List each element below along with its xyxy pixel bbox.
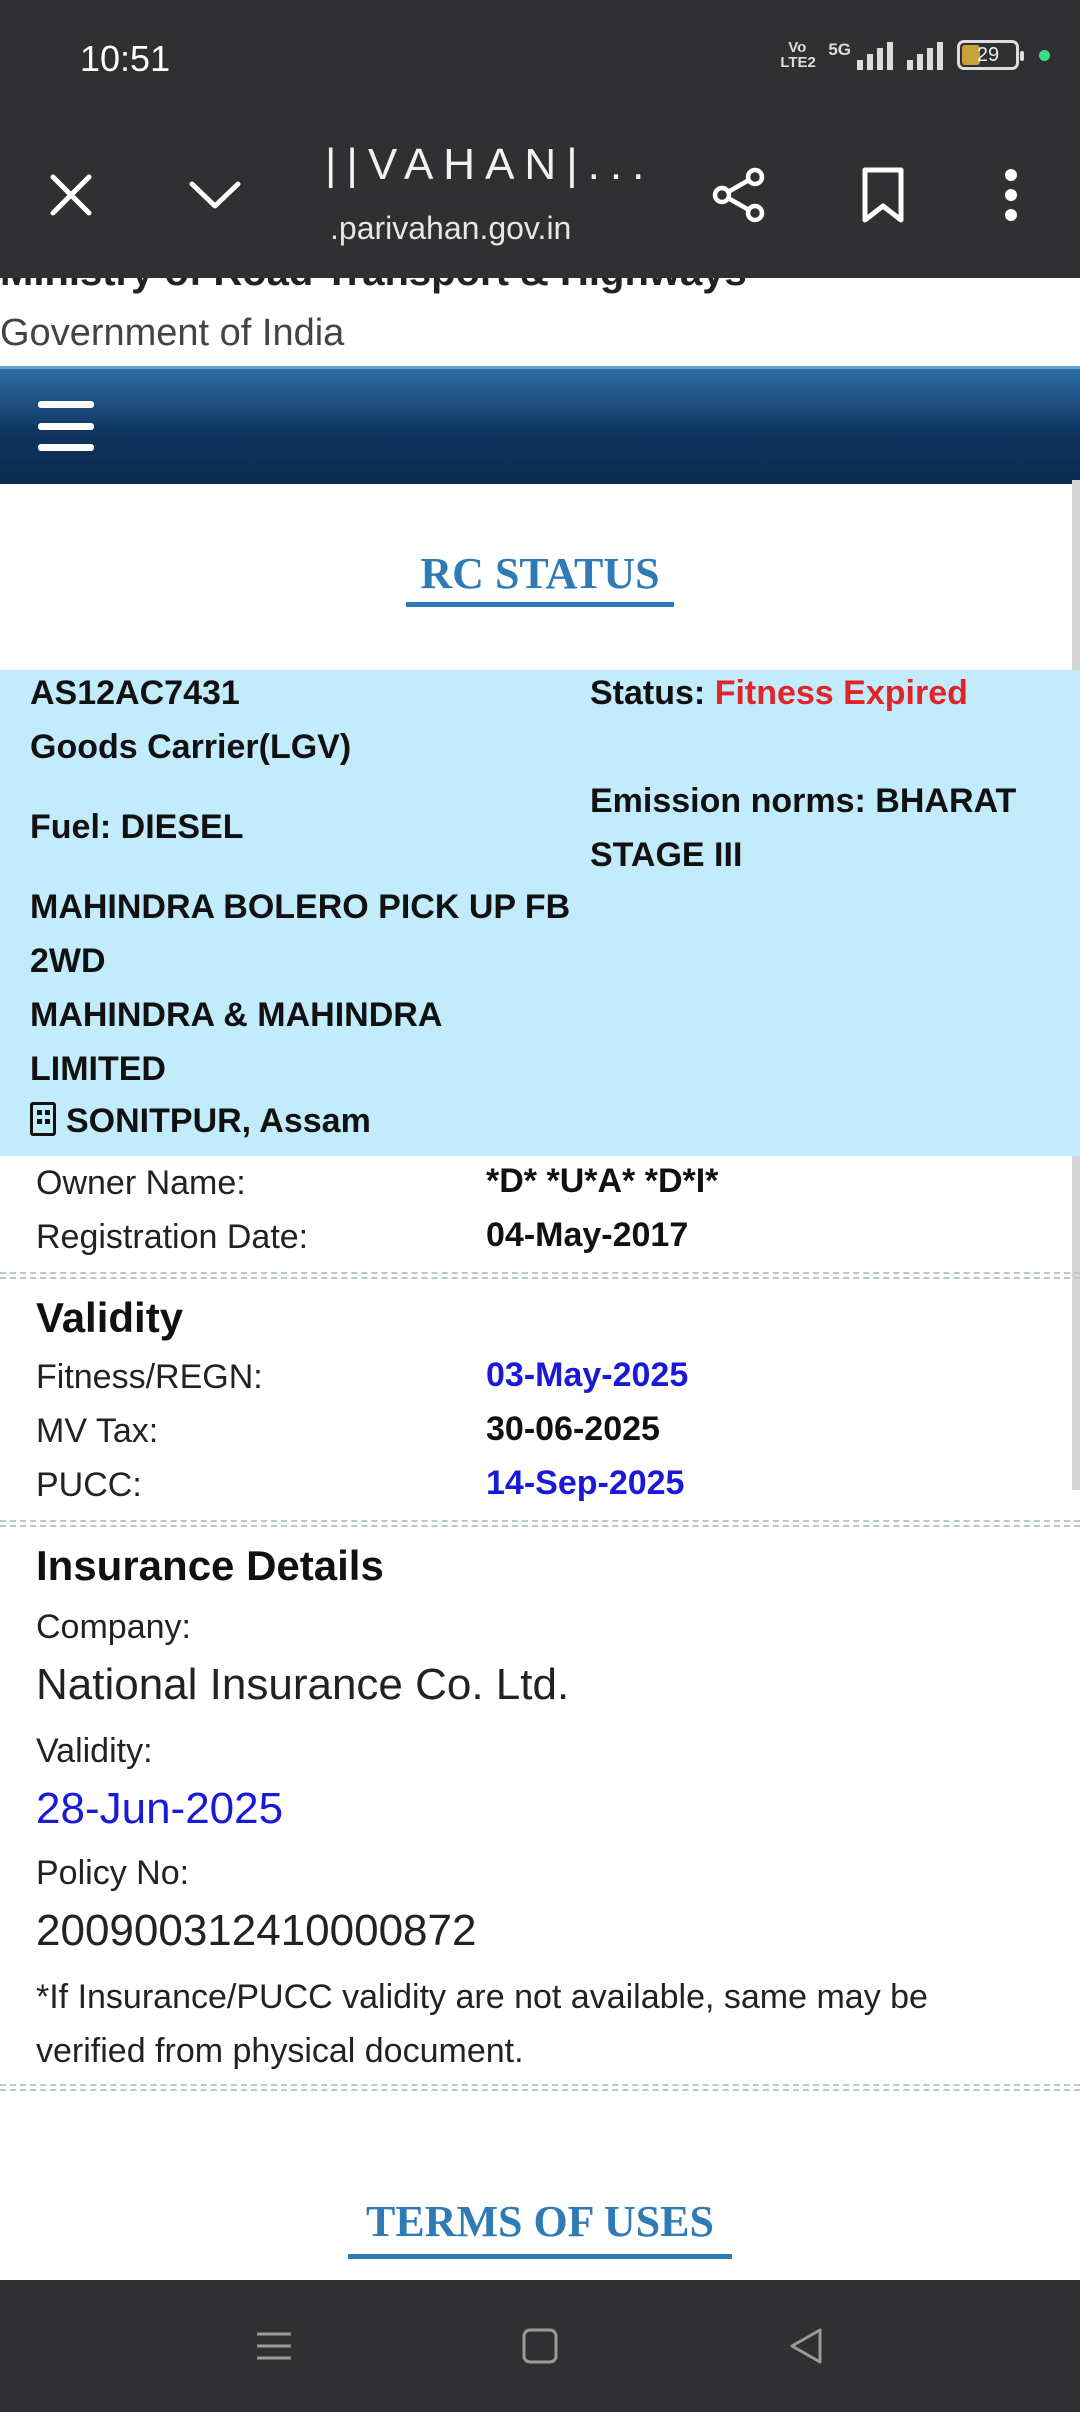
location-text: SONITPUR, Assam bbox=[66, 1102, 371, 1140]
system-navigation-bar bbox=[0, 2280, 1080, 2412]
status-label: Status: bbox=[590, 674, 706, 712]
terms-of-use-heading[interactable]: TERMS OF USES bbox=[0, 2196, 1080, 2247]
emission-line-1: Emission norms: BHARAT bbox=[590, 782, 1017, 820]
recents-button[interactable] bbox=[244, 2316, 304, 2376]
mv-tax-label: MV Tax: bbox=[36, 1412, 159, 1450]
building-icon bbox=[30, 1102, 56, 1136]
pucc-value: 14-Sep-2025 bbox=[486, 1464, 685, 1502]
model-line-2: 2WD bbox=[30, 942, 106, 980]
back-button[interactable] bbox=[776, 2316, 836, 2376]
chevron-down-icon bbox=[189, 181, 241, 209]
close-icon bbox=[50, 174, 92, 216]
fitness-value: 03-May-2025 bbox=[486, 1356, 689, 1394]
insurance-company-label: Company: bbox=[36, 1608, 191, 1646]
status-value: Fitness Expired bbox=[714, 674, 968, 712]
volte-icon: Vo LTE2 bbox=[780, 39, 816, 71]
share-icon bbox=[712, 167, 765, 223]
registering-office: SONITPUR, Assam bbox=[30, 1102, 371, 1141]
back-triangle-icon bbox=[790, 2328, 822, 2364]
status-line: Status: Fitness Expired bbox=[590, 674, 968, 713]
recents-menu-icon bbox=[257, 2332, 291, 2360]
insurance-validity-value: 28-Jun-2025 bbox=[36, 1784, 284, 1833]
bookmark-button[interactable] bbox=[848, 160, 918, 230]
status-bar: 10:51 Vo LTE2 5G 29 bbox=[0, 0, 1080, 120]
url-text[interactable]: .parivahan.gov.in bbox=[330, 210, 571, 247]
expand-button[interactable] bbox=[180, 160, 250, 230]
home-square-icon bbox=[522, 2328, 558, 2364]
insurance-title: Insurance Details bbox=[36, 1542, 384, 1589]
bookmark-icon bbox=[862, 167, 904, 223]
signal-icon bbox=[907, 40, 943, 70]
fuel-type: Fuel: DIESEL bbox=[30, 808, 244, 846]
insurance-company-value: National Insurance Co. Ltd. bbox=[36, 1660, 570, 1709]
section-divider bbox=[0, 2084, 1080, 2091]
hamburger-menu-icon[interactable] bbox=[38, 401, 94, 451]
battery-level: 29 bbox=[976, 43, 1000, 66]
battery-icon: 29 bbox=[957, 40, 1024, 70]
web-page: Ministry of Road Transport & Highways Go… bbox=[0, 278, 1080, 2280]
status-icons: Vo LTE2 5G 29 bbox=[780, 40, 1050, 70]
rc-status-heading: RC STATUS bbox=[420, 549, 660, 598]
policy-no-value: 200900312410000872 bbox=[36, 1906, 477, 1955]
section-divider bbox=[0, 1520, 1080, 1527]
close-button[interactable] bbox=[36, 160, 106, 230]
maker-line-2: LIMITED bbox=[30, 1050, 166, 1088]
page-title[interactable]: ||VAHAN|... bbox=[325, 140, 654, 190]
menu-button[interactable] bbox=[976, 160, 1046, 230]
fitness-label: Fitness/REGN: bbox=[36, 1358, 263, 1396]
government-name: Government of India bbox=[0, 312, 345, 354]
home-button[interactable] bbox=[510, 2316, 570, 2376]
vehicle-class: Goods Carrier(LGV) bbox=[30, 728, 352, 766]
ministry-name: Ministry of Road Transport & Highways bbox=[0, 278, 747, 295]
signal-5g-icon: 5G bbox=[828, 40, 893, 70]
mv-tax-value: 30-06-2025 bbox=[486, 1410, 660, 1448]
clock: 10:51 bbox=[80, 38, 171, 79]
privacy-dot-icon bbox=[1039, 49, 1050, 61]
network-type: 5G bbox=[828, 40, 851, 59]
browser-toolbar: ||VAHAN|... .parivahan.gov.in bbox=[0, 120, 1080, 278]
terms-underline bbox=[348, 2254, 732, 2259]
registration-date-value: 04-May-2017 bbox=[486, 1216, 689, 1254]
owner-name-value: *D* *U*A* *D*I* bbox=[486, 1162, 719, 1200]
site-navbar bbox=[0, 366, 1080, 484]
model-line-1: MAHINDRA BOLERO PICK UP FB bbox=[30, 888, 571, 926]
owner-name-label: Owner Name: bbox=[36, 1164, 246, 1202]
more-vert-icon bbox=[1005, 169, 1017, 221]
registration-number: AS12AC7431 bbox=[30, 674, 240, 712]
vehicle-summary-panel: AS12AC7431 Goods Carrier(LGV) Fuel: DIES… bbox=[0, 670, 1080, 1156]
pucc-label: PUCC: bbox=[36, 1466, 142, 1504]
emission-line-2: STAGE III bbox=[590, 836, 743, 874]
section-divider bbox=[0, 1272, 1080, 1279]
registration-date-label: Registration Date: bbox=[36, 1218, 309, 1256]
insurance-note: *If Insurance/PUCC validity are not avai… bbox=[36, 1978, 928, 2070]
policy-no-label: Policy No: bbox=[36, 1854, 190, 1892]
heading-underline bbox=[406, 602, 674, 607]
maker-line-1: MAHINDRA & MAHINDRA bbox=[30, 996, 443, 1034]
validity-title: Validity bbox=[36, 1294, 184, 1341]
share-button[interactable] bbox=[704, 160, 774, 230]
insurance-validity-label: Validity: bbox=[36, 1732, 153, 1770]
